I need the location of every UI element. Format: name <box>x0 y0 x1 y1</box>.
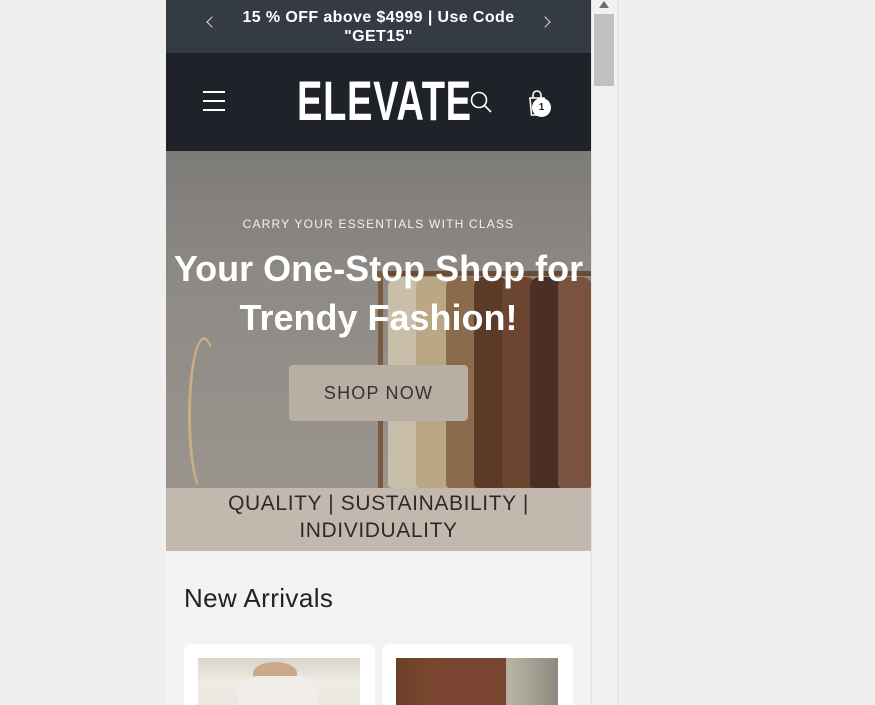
hero-eyebrow: CARRY YOUR ESSENTIALS WITH CLASS <box>242 217 515 231</box>
product-card[interactable] <box>184 644 375 705</box>
hero-banner: CARRY YOUR ESSENTIALS WITH CLASS Your On… <box>166 151 591 488</box>
hero-title: Your One-Stop Shop for Trendy Fashion! <box>173 248 584 338</box>
hero-decor-hanger <box>188 337 220 488</box>
site-header: ELEVATE 1 <box>166 53 591 151</box>
product-card[interactable] <box>382 644 573 705</box>
chevron-left-icon[interactable] <box>206 16 218 28</box>
announcement-bar: 15 % OFF above $4999 | Use Code "GET15" <box>166 0 591 53</box>
values-strip: QUALITY | SUSTAINABILITY | INDIVIDUALITY <box>166 488 591 551</box>
cart-count-badge: 1 <box>532 98 551 117</box>
scrollbar-thumb[interactable] <box>594 14 614 86</box>
announcement-text: 15 % OFF above $4999 | Use Code "GET15" <box>242 8 515 45</box>
menu-icon[interactable] <box>203 91 225 113</box>
chevron-right-icon[interactable] <box>539 16 551 28</box>
search-icon[interactable] <box>469 90 493 114</box>
scrollbar[interactable] <box>591 0 617 705</box>
scroll-up-arrow-icon[interactable] <box>599 1 609 8</box>
product-image[interactable] <box>198 658 360 705</box>
new-arrivals-heading: New Arrivals <box>184 583 334 613</box>
mobile-viewport: 15 % OFF above $4999 | Use Code "GET15" … <box>166 0 591 705</box>
shop-now-button[interactable]: SHOP NOW <box>289 365 468 421</box>
site-logo[interactable]: ELEVATE <box>297 69 471 133</box>
product-image[interactable] <box>396 658 558 705</box>
